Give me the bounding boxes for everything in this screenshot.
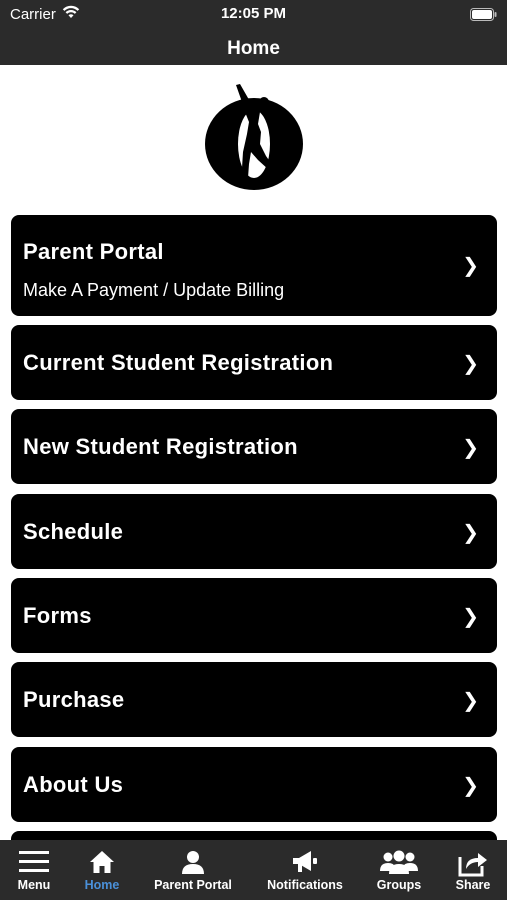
megaphone-icon	[258, 849, 352, 879]
menu-item-label: Parent Portal	[23, 239, 164, 264]
person-icon	[144, 849, 242, 879]
tab-label: Parent Portal	[154, 878, 232, 892]
tab-label: Home	[84, 878, 120, 892]
tab-home[interactable]: Home	[68, 840, 136, 900]
tab-bar: Menu Home Parent Portal Notifications Gr…	[0, 840, 507, 900]
chevron-right-icon: ❯	[462, 522, 479, 544]
about-us-button[interactable]: About Us ❯	[11, 747, 497, 822]
menu-item-label: Current Student Registration	[23, 350, 334, 375]
hamburger-icon	[0, 849, 68, 879]
tab-menu[interactable]: Menu	[0, 840, 68, 900]
menu-item-label: Schedule	[23, 519, 124, 544]
chevron-right-icon: ❯	[462, 353, 479, 375]
share-icon	[442, 849, 504, 879]
navigation-bar: Home	[0, 30, 507, 65]
tab-parent-portal[interactable]: Parent Portal	[144, 840, 242, 900]
battery-icon	[470, 8, 497, 26]
tab-notifications[interactable]: Notifications	[258, 840, 352, 900]
tab-label: Notifications	[267, 878, 343, 892]
tab-label: Groups	[376, 878, 422, 892]
menu-item-label: New Student Registration	[23, 434, 298, 459]
menu-item-label: About Us	[23, 772, 124, 797]
chevron-right-icon: ❯	[462, 606, 479, 628]
studio-logo	[203, 82, 305, 192]
forms-button[interactable]: Forms ❯	[11, 578, 497, 653]
groups-icon	[366, 849, 432, 879]
current-student-registration-button[interactable]: Current Student Registration ❯	[11, 325, 497, 400]
menu-item-partial[interactable]	[11, 831, 497, 840]
chevron-right-icon: ❯	[462, 255, 479, 277]
schedule-button[interactable]: Schedule ❯	[11, 494, 497, 569]
main-content[interactable]: Parent Portal Make A Payment / Update Bi…	[0, 65, 507, 840]
tab-label: Menu	[17, 878, 51, 892]
menu-item-subtitle: Make A Payment / Update Billing	[23, 280, 285, 300]
menu-item-label: Purchase	[23, 687, 125, 712]
page-title: Home	[227, 38, 280, 59]
home-icon	[68, 849, 136, 879]
purchase-button[interactable]: Purchase ❯	[11, 662, 497, 737]
status-bar: Carrier 12:05 PM	[0, 0, 507, 30]
tab-groups[interactable]: Groups	[366, 840, 432, 900]
chevron-right-icon: ❯	[462, 775, 479, 797]
parent-portal-button[interactable]: Parent Portal Make A Payment / Update Bi…	[11, 215, 497, 316]
new-student-registration-button[interactable]: New Student Registration ❯	[11, 409, 497, 484]
tab-label: Share	[455, 878, 491, 892]
chevron-right-icon: ❯	[462, 437, 479, 459]
chevron-right-icon: ❯	[462, 690, 479, 712]
status-time: 12:05 PM	[220, 5, 287, 22]
tab-share[interactable]: Share	[442, 840, 504, 900]
menu-item-label: Forms	[23, 603, 92, 628]
